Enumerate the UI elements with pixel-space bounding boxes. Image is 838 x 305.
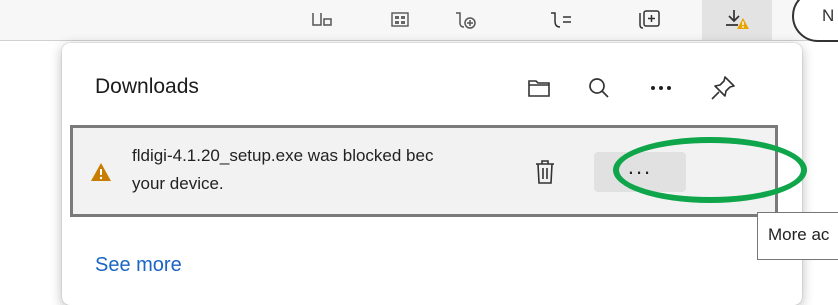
browser-toolbar: N bbox=[0, 0, 838, 42]
more-options-icon[interactable] bbox=[644, 71, 678, 105]
warning-icon bbox=[90, 162, 112, 187]
pin-icon[interactable] bbox=[706, 71, 740, 105]
split-screen-icon[interactable] bbox=[302, 0, 342, 40]
search-icon[interactable] bbox=[582, 71, 616, 105]
trash-icon bbox=[534, 159, 556, 190]
profile-button[interactable]: N bbox=[792, 0, 838, 42]
see-more-link[interactable]: See more bbox=[95, 254, 182, 277]
more-actions-button[interactable]: ... bbox=[594, 152, 686, 192]
download-status-message: fldigi-4.1.20_setup.exe was blocked bec … bbox=[132, 142, 520, 204]
more-actions-tooltip: More ac bbox=[757, 212, 838, 260]
panel-title: Downloads bbox=[95, 75, 199, 98]
downloads-panel: Downloads fldigi-4.1.20_setup.exe was bl… bbox=[62, 43, 802, 305]
delete-button[interactable] bbox=[529, 156, 561, 192]
status-message-line-1: fldigi-4.1.20_setup.exe was blocked bec bbox=[132, 146, 434, 165]
more-actions-dots: ... bbox=[627, 154, 653, 179]
collections-icon[interactable] bbox=[628, 0, 672, 40]
favorites-list-icon[interactable] bbox=[540, 0, 584, 40]
profile-initial: N bbox=[822, 6, 835, 25]
collections-grid-icon[interactable] bbox=[380, 0, 420, 40]
add-favorite-icon[interactable] bbox=[446, 0, 486, 40]
open-folder-icon[interactable] bbox=[522, 71, 556, 105]
downloads-warning-icon[interactable] bbox=[702, 0, 772, 40]
text-fade-overlay bbox=[477, 138, 523, 172]
download-item[interactable]: fldigi-4.1.20_setup.exe was blocked bec … bbox=[70, 125, 778, 217]
status-message-line-2: your device. bbox=[132, 174, 224, 193]
